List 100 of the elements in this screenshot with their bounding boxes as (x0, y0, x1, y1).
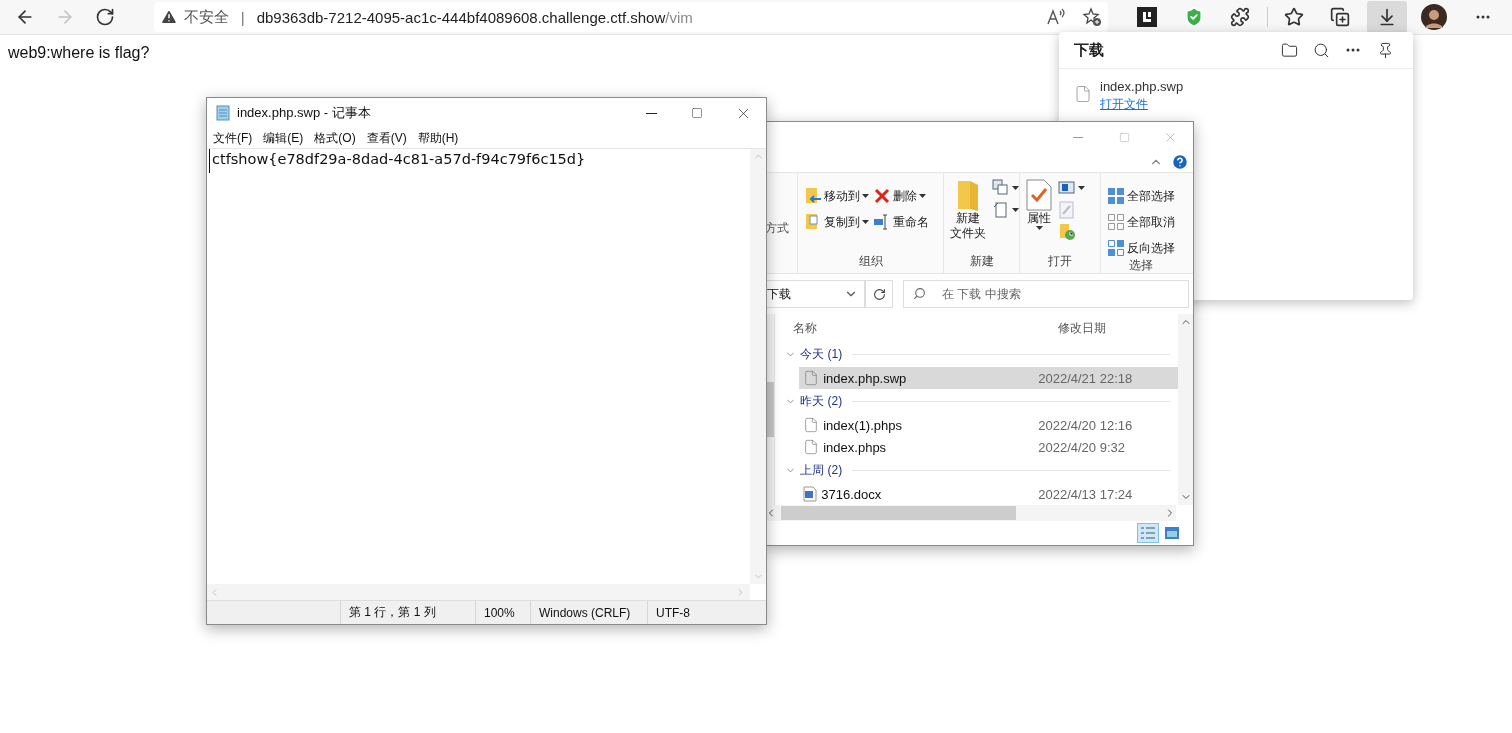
panel-title: 下载 (1074, 40, 1105, 60)
maximize-icon (1118, 131, 1130, 143)
window-title: index.php.swp - 记事本 (237, 104, 372, 122)
ribbon-button[interactable]: 复制到 (804, 213, 869, 231)
status-field: 第 1 行，第 1 列 (340, 601, 475, 624)
file-name: 3716.docx (821, 486, 882, 502)
document-icon (803, 486, 818, 502)
menu-item[interactable]: 格式(O) (314, 129, 356, 147)
file-date: 2022/4/21 22:18 (1038, 370, 1133, 386)
ribbon-button[interactable]: 反向选择 (1107, 239, 1175, 257)
ribbon-fragment: 方式 (765, 219, 790, 237)
group-label: 选择 (1128, 257, 1154, 274)
file-name: index.php.swp (823, 370, 907, 386)
add-favorite-icon (1081, 7, 1102, 27)
search-icon (1312, 41, 1330, 59)
read-aloud-icon (1045, 8, 1066, 26)
file-name: index(1).phps (823, 417, 902, 433)
file-icon (1074, 85, 1092, 103)
help-icon[interactable] (1171, 153, 1189, 171)
new-item-icon (992, 179, 1010, 197)
folder-icon (956, 179, 980, 211)
caret-icon (1012, 186, 1019, 190)
status-field: UTF-8 (647, 601, 764, 624)
easy-access-icon (992, 201, 1010, 219)
open-file-link[interactable]: 打开文件 (1100, 97, 1148, 111)
file-date: 2022/4/20 9:32 (1038, 439, 1125, 455)
caret-icon (1078, 186, 1085, 190)
file-row[interactable]: index(1).phps 2022/4/20 12:16 (799, 414, 1179, 436)
ribbon-button[interactable] (992, 179, 1019, 197)
column-header[interactable]: 修改日期 (1048, 319, 1179, 337)
search-icon (913, 287, 926, 300)
security-label: 不安全 (183, 7, 229, 27)
group-label: 新建 (968, 253, 995, 270)
ribbon-button[interactable]: 重命名 (873, 213, 929, 231)
group-header[interactable]: 上周 (2) (783, 458, 845, 483)
file-name: index.phps (823, 439, 887, 455)
file-row[interactable]: index.phps 2022/4/20 9:32 (799, 436, 1179, 458)
group-label: 组织 (857, 253, 884, 270)
puzzle-icon (1230, 7, 1251, 27)
select-all-icon (1107, 187, 1125, 205)
url-host: db9363db-7212-4095-ac1c-444bf4089608.challenge.ctf.show (256, 8, 666, 26)
shield-icon (1183, 6, 1205, 28)
menu-item[interactable]: 文件(F) (213, 129, 253, 147)
refresh-button[interactable] (865, 280, 893, 308)
status-field: 100% (475, 601, 530, 624)
maximize-icon (691, 107, 703, 119)
avatar-icon (1421, 4, 1448, 30)
file-icon (803, 370, 820, 386)
page-heading: web9:where is flag? (8, 44, 150, 62)
location-field[interactable]: 下载 (765, 280, 865, 308)
more-icon (1475, 15, 1490, 19)
ribbon-button[interactable]: 全部选择 (1107, 187, 1175, 205)
caret-icon (919, 194, 926, 198)
caret-icon (862, 194, 869, 198)
open-icon (1058, 179, 1076, 197)
column-header[interactable]: 名称 (783, 319, 1049, 337)
file-row[interactable]: 3716.docx 2022/4/13 17:24 (799, 483, 1179, 505)
file-icon (803, 417, 820, 433)
toolbar-button[interactable] (1366, 1, 1408, 33)
list-icon (1140, 526, 1156, 540)
ribbon-button[interactable]: 新建 文件夹 (950, 179, 986, 241)
tiles-icon (1164, 526, 1180, 540)
properties-icon (1026, 179, 1052, 211)
ribbon-button[interactable]: 移动到 (804, 187, 869, 205)
separator: | (240, 8, 245, 26)
search-field[interactable]: 在 下载 中搜索 (903, 280, 1189, 308)
refresh-icon (872, 287, 886, 301)
minimize-icon (1073, 136, 1083, 138)
warning-icon (159, 8, 178, 26)
group-label: 打开 (1047, 253, 1073, 270)
extension-icon (1137, 7, 1158, 27)
group-header[interactable]: 今天 (1) (783, 342, 845, 367)
edit-icon (1058, 201, 1076, 219)
invert-selection-icon (1107, 239, 1125, 257)
favorites-icon (1283, 7, 1304, 27)
ribbon-button[interactable]: 全部取消 (1107, 213, 1175, 231)
history-icon (1058, 223, 1076, 241)
caret-icon (862, 220, 869, 224)
delete-icon (873, 187, 891, 205)
notepad-icon (215, 105, 231, 121)
select-none-icon (1107, 213, 1125, 231)
folder-arrow-icon (804, 187, 822, 205)
menu-item[interactable]: 编辑(E) (263, 129, 304, 147)
more-icon (1346, 48, 1360, 52)
menu-item[interactable]: 查看(V) (366, 129, 407, 147)
address-bar[interactable]: 不安全 | db9363db-7212-4095-ac1c-444bf4089608.challenge.ctf.show/vim (153, 2, 1108, 32)
file-date: 2022/4/13 17:24 (1038, 486, 1133, 502)
status-field: Windows (CRLF) (530, 601, 647, 624)
ribbon-button[interactable] (992, 201, 1019, 219)
ribbon-button[interactable]: 删除 (873, 187, 929, 205)
ribbon-button[interactable] (1058, 179, 1085, 197)
file-date: 2022/4/20 12:16 (1038, 417, 1133, 433)
download-name: index.php.swp (1100, 79, 1184, 94)
group-header[interactable]: 昨天 (2) (783, 389, 845, 414)
ribbon-button[interactable]: 属性 (1026, 179, 1052, 230)
collections-icon (1330, 7, 1351, 27)
url-path: /vim (665, 8, 693, 26)
file-row[interactable]: index.php.swp 2022/4/21 22:18 (799, 367, 1179, 389)
menu-item[interactable]: 帮助(H) (417, 129, 459, 147)
file-icon (803, 439, 820, 455)
